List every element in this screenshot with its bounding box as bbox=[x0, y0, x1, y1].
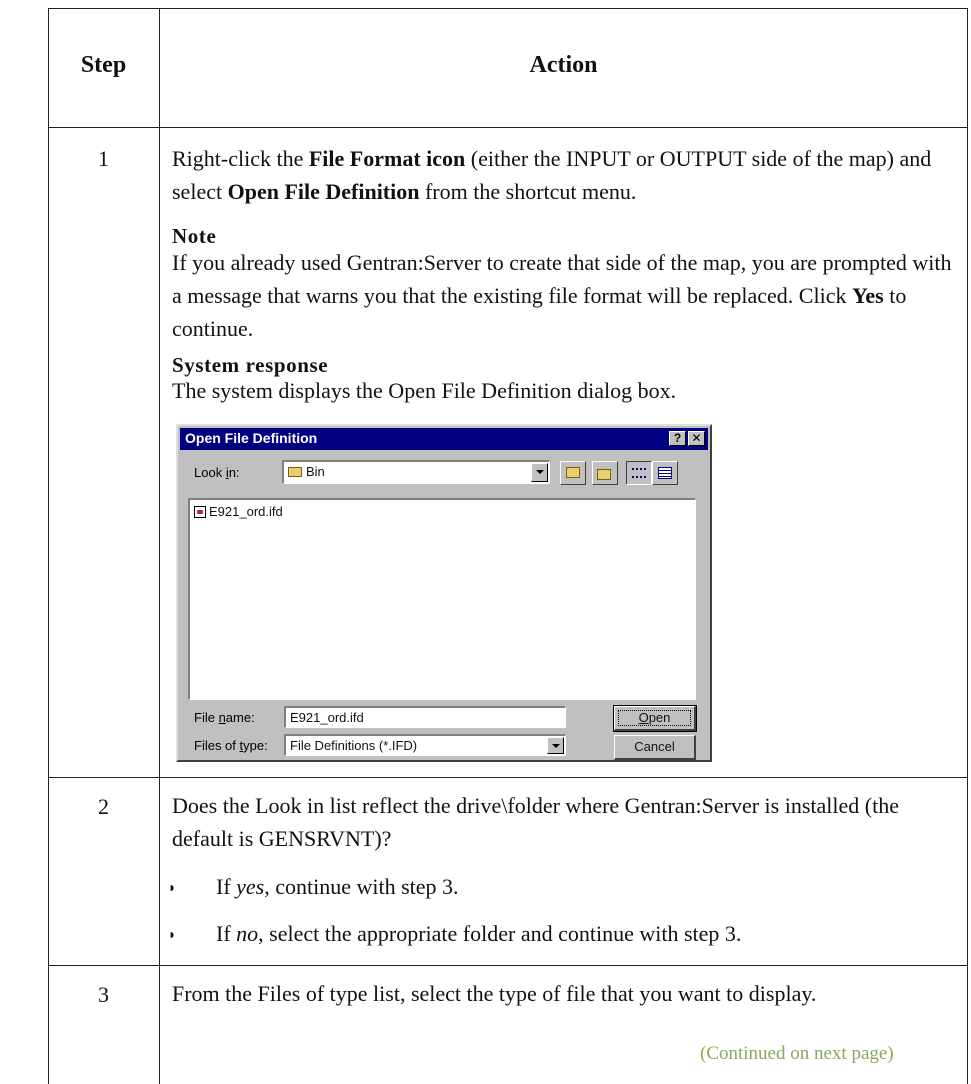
note-text: If you already used Gentran:Server to cr… bbox=[172, 250, 952, 341]
details-view-button[interactable] bbox=[652, 461, 678, 485]
list-item[interactable]: E921_ord.ifd bbox=[194, 504, 283, 519]
open-button[interactable]: Open bbox=[613, 705, 697, 732]
new-folder-icon bbox=[597, 469, 611, 480]
continued-note: (Continued on next page) bbox=[700, 1043, 894, 1064]
cancel-button[interactable]: Cancel bbox=[614, 735, 696, 760]
step-2-number: 2 bbox=[98, 794, 109, 819]
open-file-definition-dialog: Open File Definition ? ✕ Look in: Bin E9… bbox=[176, 424, 712, 762]
folder-icon bbox=[288, 467, 302, 477]
step-3-number: 3 bbox=[98, 982, 109, 1007]
look-in-dropdown[interactable]: Bin bbox=[282, 460, 550, 484]
up-one-level-button[interactable] bbox=[560, 461, 586, 485]
list-view-button[interactable] bbox=[626, 461, 652, 485]
header-step: Step bbox=[80, 52, 127, 78]
look-in-value: Bin bbox=[306, 464, 325, 479]
step-1-instruction: Right-click the File Format icon (either… bbox=[172, 146, 932, 204]
bullet-icon: ◗ bbox=[168, 928, 177, 943]
header-action: Action bbox=[529, 52, 598, 78]
up-folder-icon bbox=[566, 467, 580, 478]
step-2-bullet-yes: If yes, continue with step 3. bbox=[216, 874, 459, 899]
chevron-down-icon[interactable] bbox=[547, 737, 564, 754]
chevron-down-icon[interactable] bbox=[531, 463, 548, 482]
step-2-question: Does the Look in list reflect the drive\… bbox=[172, 793, 899, 851]
file-definition-icon bbox=[194, 505, 206, 518]
look-in-label: Look in: bbox=[194, 465, 240, 480]
column-divider bbox=[159, 8, 160, 1084]
help-button[interactable]: ? bbox=[669, 431, 686, 446]
files-of-type-dropdown[interactable]: File Definitions (*.IFD) bbox=[284, 734, 566, 756]
step-2-bullet-no: If no, select the appropriate folder and… bbox=[216, 921, 742, 946]
focus-rect bbox=[618, 710, 691, 726]
file-list[interactable]: E921_ord.ifd bbox=[188, 498, 696, 700]
row-divider bbox=[48, 777, 968, 778]
file-name-value: E921_ord.ifd bbox=[290, 710, 364, 725]
details-icon bbox=[658, 467, 672, 479]
dialog-title: Open File Definition bbox=[185, 430, 318, 446]
file-name-input[interactable]: E921_ord.ifd bbox=[284, 706, 566, 728]
file-name-label: File name: bbox=[194, 710, 255, 725]
step-3-instruction: From the Files of type list, select the … bbox=[172, 981, 817, 1006]
row-divider bbox=[48, 127, 968, 128]
system-response-text: The system displays the Open File Defini… bbox=[172, 378, 677, 403]
bullet-icon: ◗ bbox=[168, 881, 177, 896]
file-item-name: E921_ord.ifd bbox=[209, 504, 283, 519]
close-button[interactable]: ✕ bbox=[688, 431, 705, 446]
files-of-type-value: File Definitions (*.IFD) bbox=[290, 738, 418, 753]
create-new-folder-button[interactable] bbox=[592, 461, 618, 485]
step-1-number: 1 bbox=[98, 146, 109, 171]
dialog-titlebar: Open File Definition ? ✕ bbox=[180, 428, 708, 450]
list-icon bbox=[632, 468, 646, 478]
files-of-type-label: Files of type: bbox=[194, 738, 268, 753]
row-divider bbox=[48, 965, 968, 966]
